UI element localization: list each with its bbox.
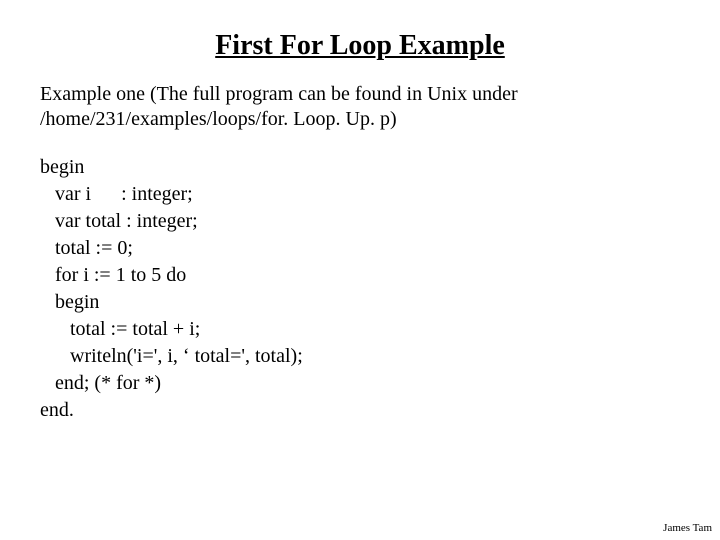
code-block: begin var i : integer; var total : integ… (40, 154, 680, 424)
intro-line-2: /home/231/examples/loops/for. Loop. Up. … (40, 108, 397, 130)
code-line: end; (* for *) (40, 372, 161, 394)
code-line: begin (40, 156, 84, 178)
code-line: writeln('i=', i, ‘ total=', total); (40, 345, 303, 367)
code-line: begin (40, 291, 99, 313)
intro-line-1: Example one (The full program can be fou… (40, 83, 518, 105)
intro-text: Example one (The full program can be fou… (40, 82, 680, 132)
footer-author: James Tam (663, 522, 712, 534)
slide: First For Loop Example Example one (The … (0, 0, 720, 540)
page-title: First For Loop Example (40, 30, 680, 62)
code-line: var total : integer; (40, 210, 198, 232)
code-line: for i := 1 to 5 do (40, 264, 186, 286)
code-line: total := total + i; (40, 318, 200, 340)
code-line: var i : integer; (40, 183, 193, 205)
code-line: total := 0; (40, 237, 133, 259)
code-line: end. (40, 399, 74, 421)
